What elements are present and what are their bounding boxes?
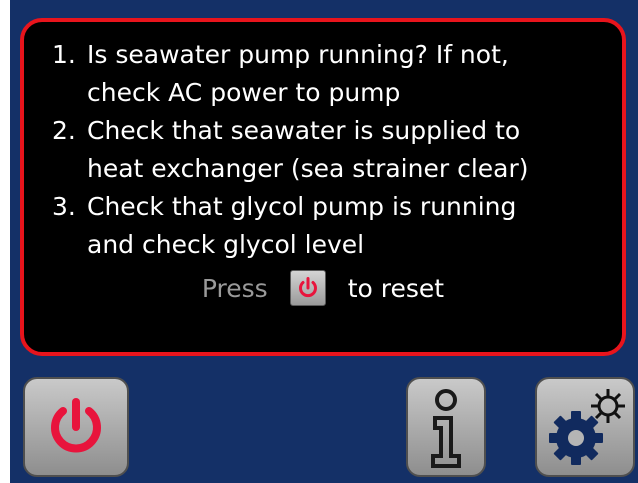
reset-power-button[interactable]	[289, 270, 326, 306]
device-screen: 1. Is seawater pump running? If not, che…	[10, 0, 638, 483]
alert-panel: 1. Is seawater pump running? If not, che…	[20, 18, 626, 356]
settings-button[interactable]	[535, 377, 635, 477]
step-number: 3.	[52, 192, 76, 221]
reset-instruction: Press to reset	[24, 268, 622, 308]
to-reset-label: to reset	[347, 273, 445, 303]
troubleshooting-steps: 1. Is seawater pump running? If not, che…	[52, 36, 529, 264]
step-item-3: 3. Check that glycol pump is running and…	[52, 188, 529, 264]
power-button[interactable]	[23, 377, 129, 477]
info-icon	[431, 389, 461, 468]
step-item-2: 2. Check that seawater is supplied to he…	[52, 112, 529, 188]
press-label: Press	[201, 273, 268, 303]
step-text: Is seawater pump running? If not, check …	[87, 40, 509, 107]
power-icon	[51, 398, 101, 453]
power-icon	[298, 277, 317, 298]
step-number: 2.	[52, 116, 76, 145]
step-number: 1.	[52, 40, 76, 69]
info-button[interactable]	[406, 377, 486, 477]
step-item-1: 1. Is seawater pump running? If not, che…	[52, 36, 529, 112]
step-text: Check that glycol pump is running and ch…	[87, 192, 517, 259]
gears-icon	[549, 389, 625, 465]
step-text: Check that seawater is supplied to heat …	[87, 116, 529, 183]
